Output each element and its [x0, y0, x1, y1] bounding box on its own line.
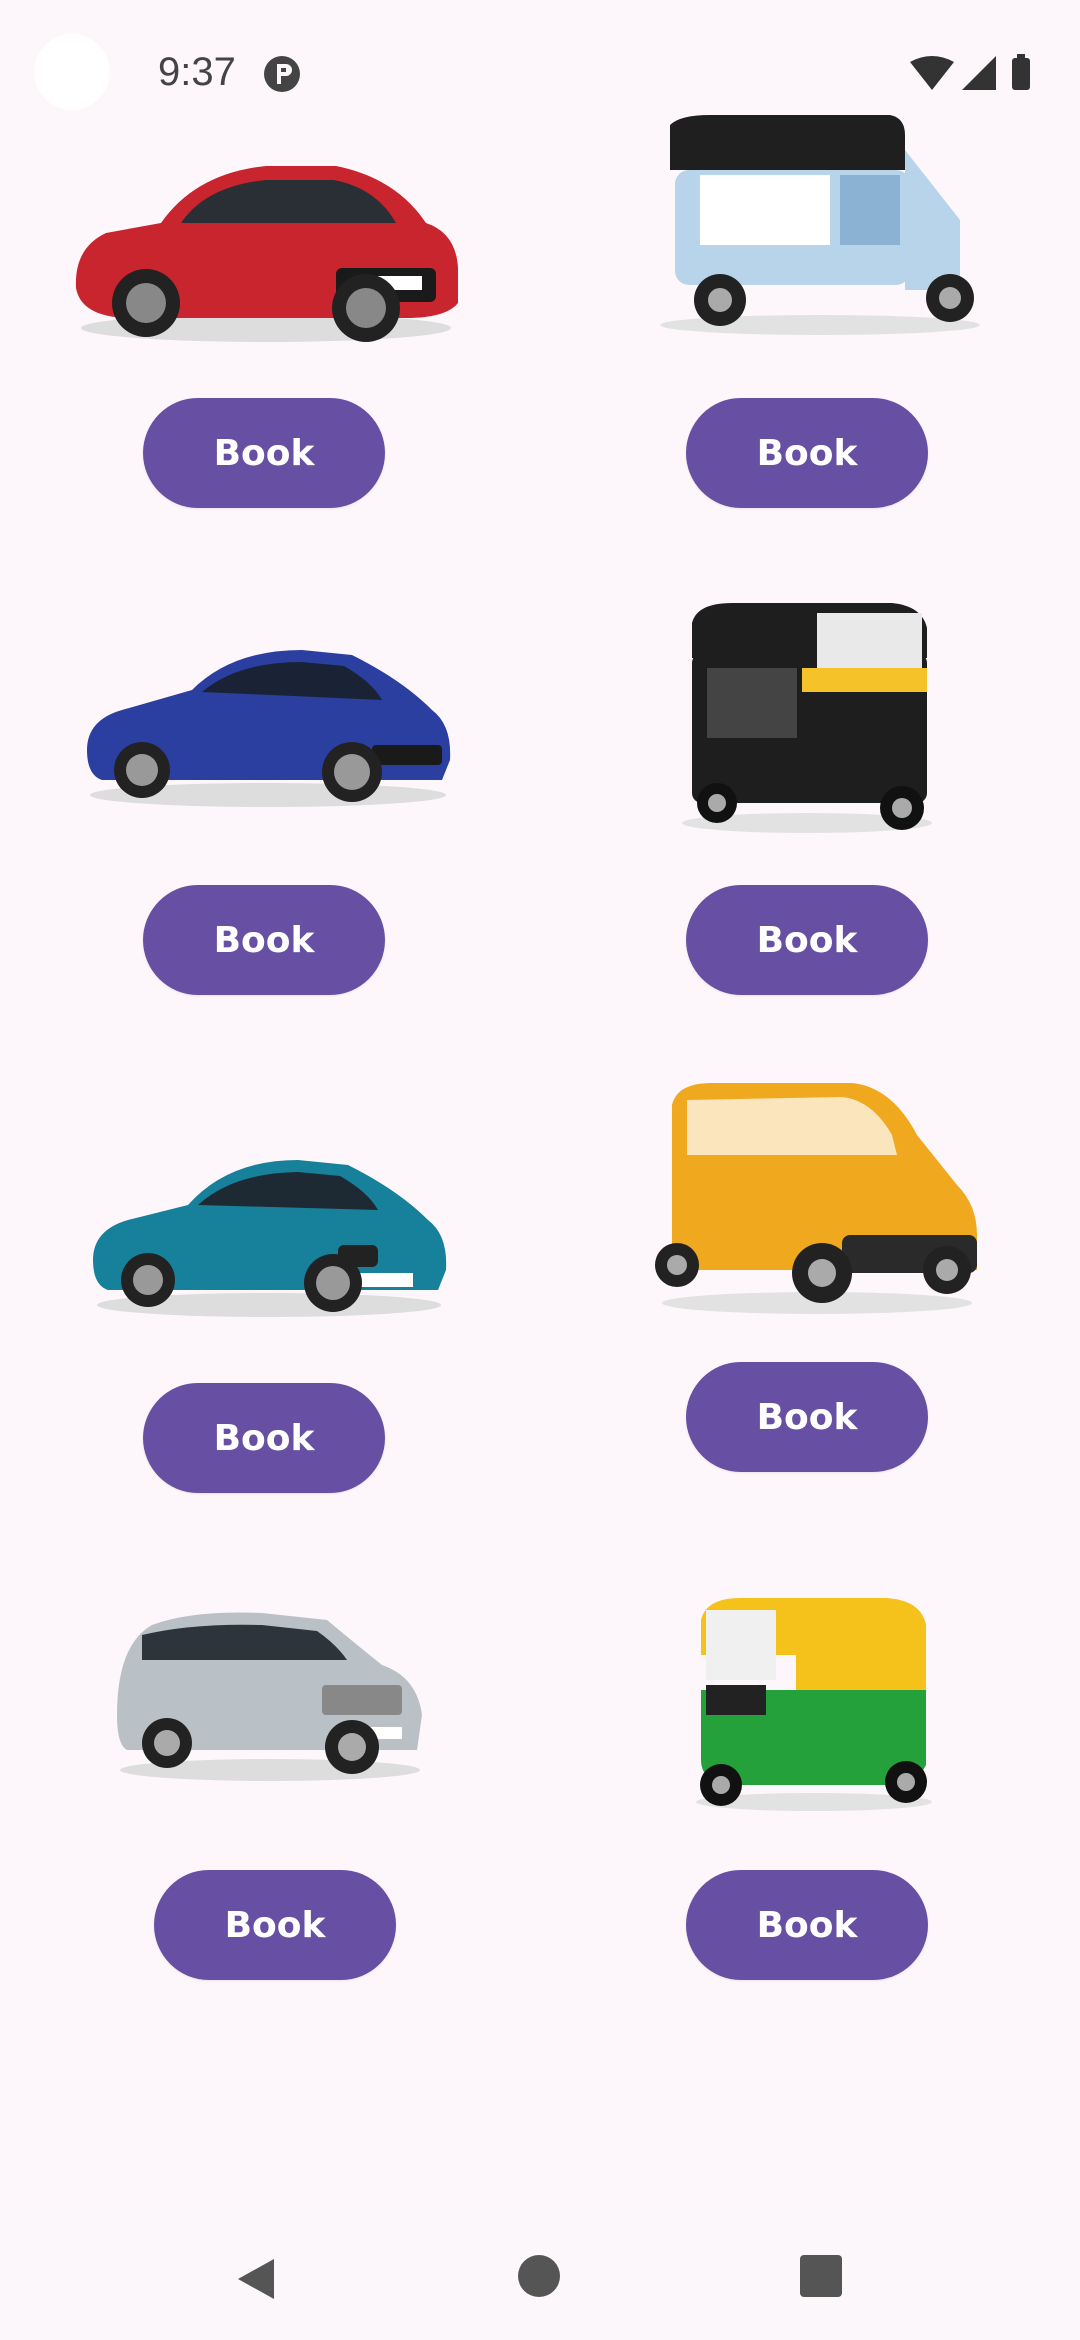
navigation-bar [0, 2205, 1080, 2340]
app-notification-icon [264, 56, 300, 92]
recents-icon[interactable] [800, 2255, 842, 2297]
black-yellow-auto-rickshaw-image [682, 603, 932, 833]
silver-mpv-image [117, 1612, 422, 1781]
blue-sedan-image [87, 650, 451, 807]
book-button-black-yellow-auto[interactable]: Book [686, 885, 928, 995]
book-button-silver-mpv[interactable]: Book [154, 1870, 396, 1980]
back-icon[interactable] [236, 2257, 276, 2301]
blue-electric-auto-rickshaw-image [660, 115, 980, 335]
red-hatchback-image [75, 166, 458, 342]
book-button-green-yellow-auto[interactable]: Book [686, 1870, 928, 1980]
teal-sedan-image [93, 1160, 447, 1317]
wifi-icon [910, 56, 954, 90]
status-time: 9:37 [158, 50, 236, 94]
book-button-red-hatchback[interactable]: Book [143, 398, 385, 508]
book-button-teal-sedan[interactable]: Book [143, 1383, 385, 1493]
camera-cutout [34, 34, 110, 110]
green-yellow-auto-rickshaw-image [696, 1598, 932, 1811]
book-button-blue-sedan[interactable]: Book [143, 885, 385, 995]
status-icons [910, 54, 1030, 90]
book-button-yellow-quadricycle[interactable]: Book [686, 1362, 928, 1472]
home-icon[interactable] [518, 2255, 560, 2297]
yellow-quadricycle-image [655, 1083, 977, 1314]
book-button-blue-electric-auto[interactable]: Book [686, 398, 928, 508]
battery-icon [1012, 58, 1030, 90]
